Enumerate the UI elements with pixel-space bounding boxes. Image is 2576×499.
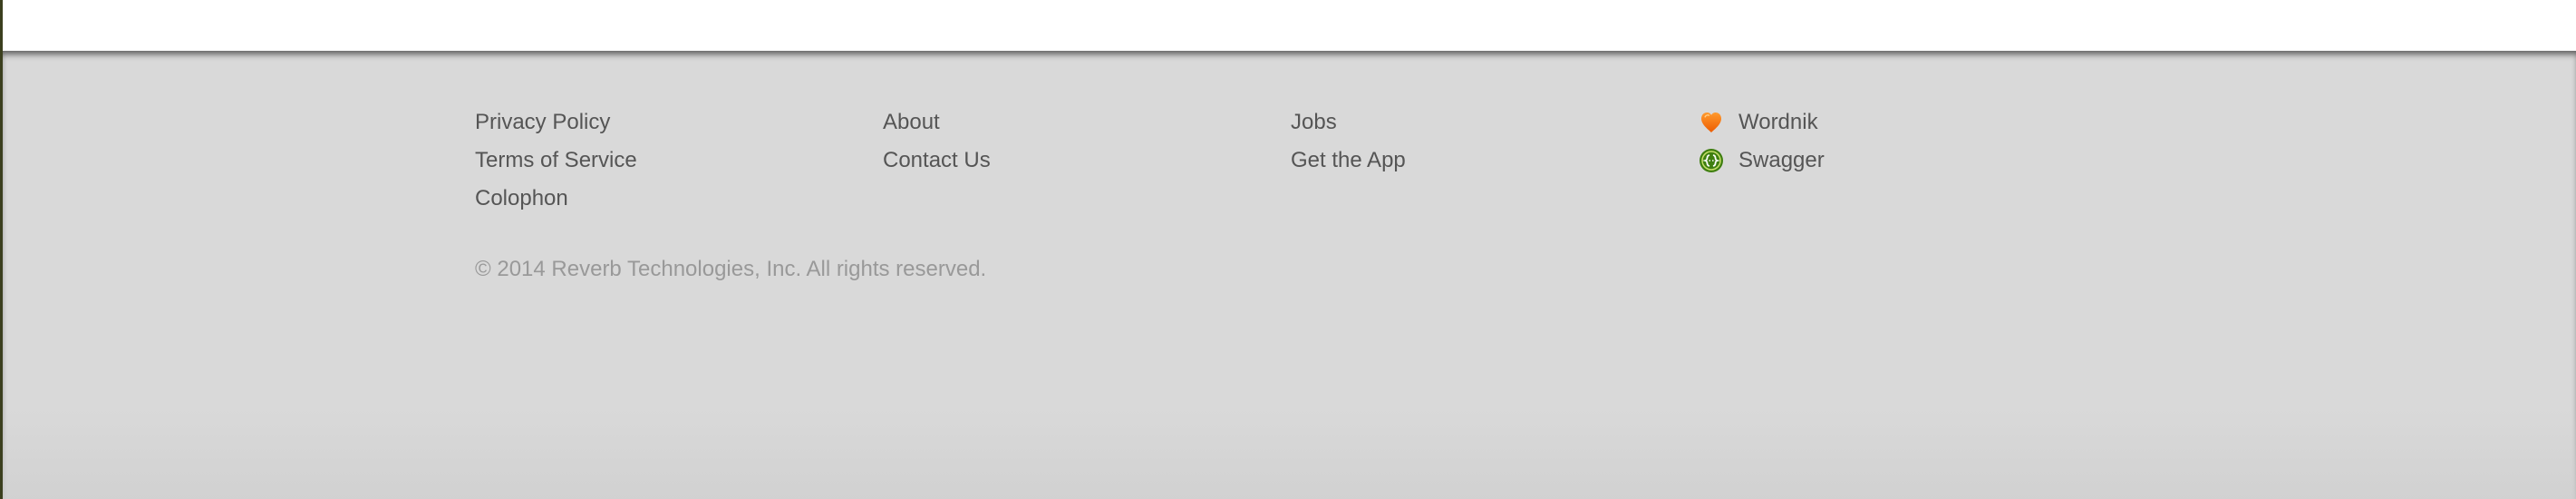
terms-of-service-link[interactable]: Terms of Service bbox=[475, 142, 856, 180]
copyright-text: © 2014 Reverb Technologies, Inc. All rig… bbox=[475, 257, 987, 281]
footer-column-legal: Privacy Policy Terms of Service Colophon bbox=[475, 103, 856, 218]
contact-us-link[interactable]: Contact Us bbox=[883, 142, 1264, 180]
colophon-link[interactable]: Colophon bbox=[475, 180, 856, 218]
wordnik-label: Wordnik bbox=[1738, 110, 1818, 134]
content-area-bottom bbox=[3, 0, 2576, 51]
swagger-link[interactable]: Swagger bbox=[1699, 142, 2079, 180]
page: Privacy Policy Terms of Service Colophon… bbox=[0, 0, 2576, 499]
footer-column-company: About Contact Us bbox=[883, 103, 1264, 180]
get-the-app-link[interactable]: Get the App bbox=[1291, 142, 1671, 180]
about-link[interactable]: About bbox=[883, 103, 1264, 142]
heart-icon bbox=[1699, 110, 1724, 135]
wordnik-link[interactable]: Wordnik bbox=[1699, 103, 2079, 142]
swagger-logo-icon bbox=[1699, 148, 1724, 173]
jobs-link[interactable]: Jobs bbox=[1291, 103, 1671, 142]
privacy-policy-link[interactable]: Privacy Policy bbox=[475, 103, 856, 142]
footer-link-columns: Privacy Policy Terms of Service Colophon… bbox=[475, 103, 1925, 212]
footer-column-jobs-app: Jobs Get the App bbox=[1291, 103, 1671, 180]
footer-column-products: Wordnik Swagger bbox=[1699, 103, 2079, 180]
swagger-label: Swagger bbox=[1738, 148, 1825, 172]
